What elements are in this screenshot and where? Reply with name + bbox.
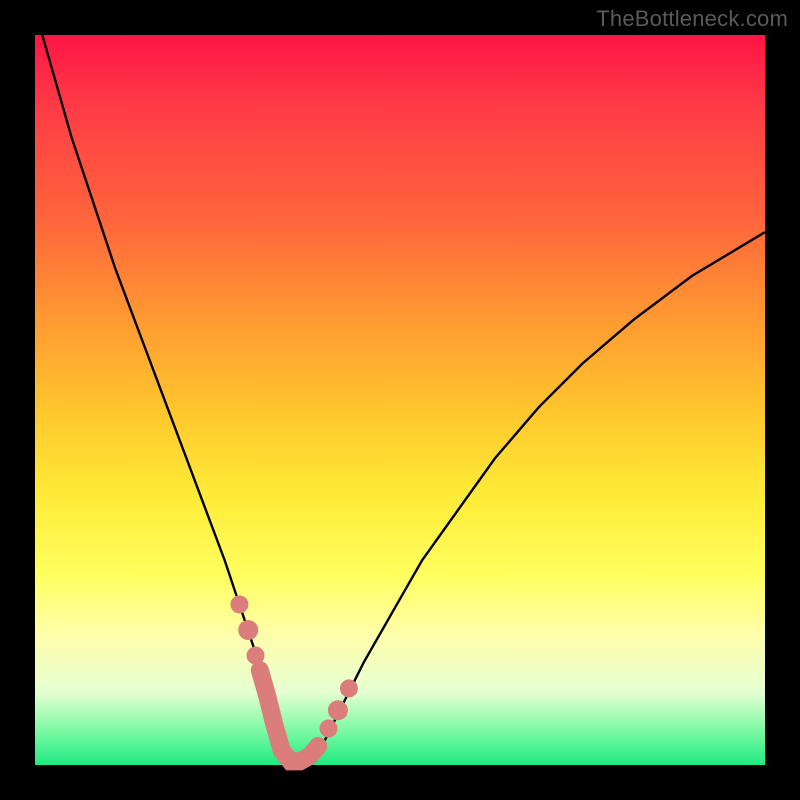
- marker-dot: [340, 679, 358, 697]
- marker-dot: [247, 647, 265, 665]
- marker-dot: [328, 700, 348, 720]
- marker-group: [230, 595, 358, 761]
- marker-dot: [230, 595, 248, 613]
- curve-overlay: [35, 35, 765, 765]
- chart-area: [35, 35, 765, 765]
- marker-dot: [320, 720, 338, 738]
- marker-dot: [238, 620, 258, 640]
- trough-marker: [260, 670, 318, 761]
- bottleneck-curve: [42, 35, 765, 764]
- watermark-text: TheBottleneck.com: [596, 6, 788, 32]
